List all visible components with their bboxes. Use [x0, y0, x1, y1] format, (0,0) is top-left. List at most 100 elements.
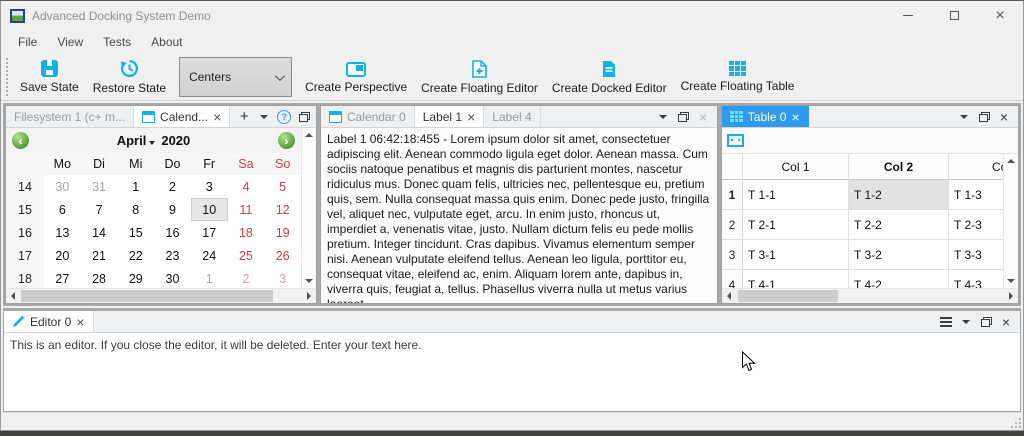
column-header[interactable]: Col 2	[849, 154, 949, 180]
calendar-day[interactable]: 1	[191, 267, 228, 288]
tab-table-0[interactable]: Table 0 ×	[722, 106, 809, 127]
calendar-day[interactable]: 3	[264, 267, 301, 288]
add-tab-button[interactable]: +	[237, 109, 251, 125]
row-header[interactable]: 2	[722, 210, 743, 240]
calendar-day[interactable]: 26	[264, 244, 301, 267]
table-cell[interactable]: T 4-1	[743, 270, 849, 288]
menu-item-file[interactable]: File	[9, 32, 46, 52]
scrollbar-thumb[interactable]	[738, 290, 838, 302]
calendar-day[interactable]: 7	[81, 198, 118, 221]
table-cell[interactable]: T 2-1	[743, 210, 849, 240]
calendar-day[interactable]: 22	[117, 244, 154, 267]
close-icon[interactable]: ×	[213, 110, 221, 124]
tab-filesystem-1[interactable]: Filesystem 1 (c+ m...	[6, 106, 134, 127]
perspective-dropdown[interactable]: Centers	[179, 57, 292, 97]
scroll-up-arrow[interactable]	[302, 128, 316, 142]
toolbar-drag-handle[interactable]	[6, 58, 11, 96]
save-state-button[interactable]: Save State	[13, 54, 86, 100]
calendar-day[interactable]: 23	[154, 244, 191, 267]
scrollbar-thumb[interactable]	[21, 290, 273, 302]
restore-state-button[interactable]: Restore State	[86, 54, 173, 100]
resize-grip[interactable]	[1011, 418, 1021, 428]
calendar-day[interactable]: 30	[154, 267, 191, 288]
calendar-day[interactable]: 6	[44, 198, 81, 221]
calendar-day[interactable]: 2	[154, 175, 191, 198]
calendar-month[interactable]: April	[117, 133, 147, 148]
calendar-day[interactable]: 17	[191, 221, 228, 244]
tab-label-1[interactable]: Label 1 ×	[415, 106, 485, 127]
next-month-button[interactable]: ›	[278, 132, 295, 149]
close-dock-button[interactable]: ×	[999, 314, 1013, 330]
table-cell[interactable]: T 1-3	[949, 180, 1003, 210]
editor-content[interactable]: This is an editor. If you close the edit…	[4, 333, 1020, 357]
title-bar[interactable]: Advanced Docking System Demo ×	[1, 1, 1023, 30]
table-cell[interactable]: T 1-1	[743, 180, 849, 210]
calendar-day[interactable]: 24	[191, 244, 228, 267]
calendar-day[interactable]: 3	[191, 175, 228, 198]
row-header[interactable]: 1	[722, 180, 743, 210]
undock-button[interactable]	[297, 109, 311, 125]
tab-list-dropdown-button[interactable]	[656, 109, 670, 125]
column-header[interactable]: Col 1	[743, 154, 849, 180]
calendar-day[interactable]: 19	[264, 221, 301, 244]
resize-table-icon[interactable]	[727, 134, 744, 147]
scroll-right-arrow[interactable]	[1004, 289, 1018, 303]
calendar-day[interactable]: 13	[44, 221, 81, 244]
tab-calendar-0[interactable]: Calendar 0	[321, 106, 415, 127]
undock-button[interactable]	[977, 109, 991, 125]
table-cell[interactable]: T 3-2	[849, 240, 949, 270]
table-vertical-scrollbar[interactable]	[1003, 154, 1018, 288]
calendar-day[interactable]: 27	[44, 267, 81, 288]
close-icon[interactable]: ×	[467, 110, 475, 124]
column-header[interactable]: Col 3	[949, 154, 1003, 180]
calendar-day[interactable]: 9	[154, 198, 191, 221]
calendar-day[interactable]: 1	[117, 175, 154, 198]
table-horizontal-scrollbar[interactable]	[722, 288, 1018, 303]
menu-item-tests[interactable]: Tests	[94, 32, 140, 52]
scroll-down-arrow[interactable]	[302, 274, 316, 288]
menu-item-about[interactable]: About	[142, 32, 191, 52]
calendar-day[interactable]: 29	[117, 267, 154, 288]
table-cell[interactable]: T 4-3	[949, 270, 1003, 288]
create-floating-editor-button[interactable]: Create Floating Editor	[414, 54, 545, 100]
close-icon[interactable]: ×	[791, 110, 799, 124]
calendar-horizontal-scrollbar[interactable]	[6, 288, 316, 303]
table-cell[interactable]: T 2-2	[849, 210, 949, 240]
table-corner-header[interactable]	[722, 154, 743, 180]
table-cell[interactable]: T 1-2	[849, 180, 949, 210]
scroll-right-arrow[interactable]	[302, 289, 316, 303]
calendar-day[interactable]: 15	[117, 221, 154, 244]
calendar-day[interactable]: 12	[264, 198, 301, 221]
undock-button[interactable]	[676, 109, 690, 125]
row-header[interactable]: 3	[722, 240, 743, 270]
calendar-day[interactable]: 25	[228, 244, 265, 267]
tab-list-dropdown-button[interactable]	[257, 109, 271, 125]
menu-item-view[interactable]: View	[48, 32, 92, 52]
tab-list-dropdown-button[interactable]	[959, 314, 973, 330]
calendar-day[interactable]: 14	[81, 221, 118, 244]
calendar-title[interactable]: April2020	[29, 133, 278, 148]
calendar-day[interactable]: 18	[228, 221, 265, 244]
calendar-day[interactable]: 5	[264, 175, 301, 198]
close-button[interactable]: ×	[977, 1, 1023, 30]
calendar-day[interactable]: 21	[81, 244, 118, 267]
scroll-left-arrow[interactable]	[722, 289, 736, 303]
tab-label-4[interactable]: Label 4	[484, 106, 540, 127]
calendar-day[interactable]: 8	[117, 198, 154, 221]
menu-button[interactable]	[939, 314, 953, 330]
calendar-day[interactable]: 28	[81, 267, 118, 288]
close-dock-button[interactable]: ×	[997, 109, 1011, 125]
calendar-day[interactable]: 30	[44, 175, 81, 198]
scroll-left-arrow[interactable]	[6, 289, 20, 303]
table-cell[interactable]: T 3-1	[743, 240, 849, 270]
calendar-day[interactable]: 31	[81, 175, 118, 198]
calendar-day[interactable]: 2	[228, 267, 265, 288]
scroll-up-arrow[interactable]	[1004, 154, 1018, 168]
maximize-button[interactable]	[931, 1, 977, 30]
tab-calendar-1[interactable]: Calend... ×	[134, 106, 230, 127]
calendar-day[interactable]: 4	[228, 175, 265, 198]
tab-list-dropdown-button[interactable]	[957, 109, 971, 125]
table-cell[interactable]: T 2-3	[949, 210, 1003, 240]
undock-button[interactable]	[979, 314, 993, 330]
calendar-day[interactable]: 11	[228, 198, 265, 221]
